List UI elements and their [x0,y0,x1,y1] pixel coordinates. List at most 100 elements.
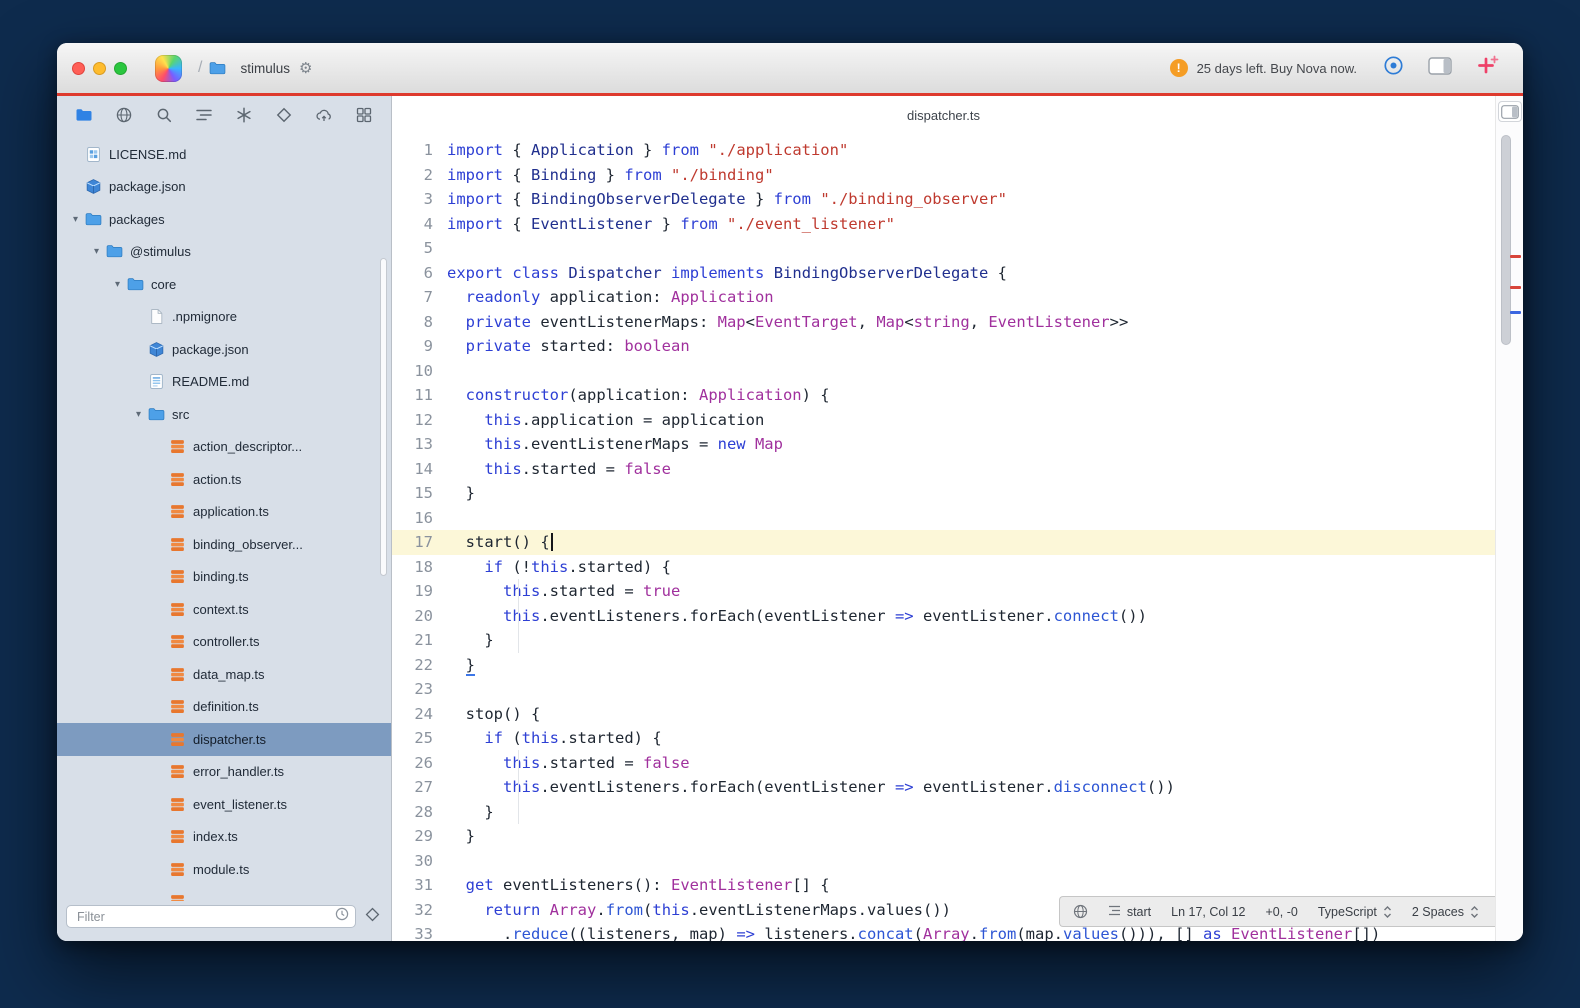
code-line[interactable]: 7 readonly application: Application [392,285,1495,310]
grid-icon[interactable] [353,104,375,126]
code-line[interactable]: 26 this.started = false [392,751,1495,776]
code-line[interactable]: 23 [392,677,1495,702]
tree-file-row[interactable]: .npmignore [57,301,391,334]
right-panel-toggle-button[interactable] [1498,101,1522,122]
code-line[interactable]: 4import { EventListener } from "./event_… [392,212,1495,237]
code-line[interactable]: 3import { BindingObserverDelegate } from… [392,187,1495,212]
tree-file-row[interactable]: LICENSE.md [57,138,391,171]
current-code-line[interactable]: 17 start() { [392,530,1495,555]
code-line[interactable]: 6export class Dispatcher implements Bind… [392,261,1495,286]
preview-eye-icon[interactable] [1383,55,1404,81]
tree-file-row[interactable]: error_handler.ts [57,756,391,789]
trial-notice[interactable]: ! 25 days left. Buy Nova now. [1170,59,1357,77]
code-line[interactable]: 16 [392,506,1495,531]
code-line[interactable]: 1import { Application } from "./applicat… [392,138,1495,163]
tree-file-row[interactable]: binding.ts [57,561,391,594]
file-name: core [151,277,176,292]
tree-file-row[interactable]: README.md [57,366,391,399]
project-breadcrumb[interactable]: / stimulus ⚙ [198,59,312,77]
code-line[interactable]: 31 get eventListeners(): EventListener[]… [392,873,1495,898]
search-icon[interactable] [153,104,175,126]
tree-file-row[interactable]: event_listener.ts [57,788,391,821]
code-line[interactable]: 19 this.started = true [392,579,1495,604]
tree-file-row[interactable]: definition.ts [57,691,391,724]
code-line[interactable]: 22 } [392,653,1495,678]
panel-layout-icon[interactable] [1428,57,1452,80]
editor-tab-title[interactable]: dispatcher.ts [907,108,980,123]
filter-options-diamond-icon[interactable] [364,906,381,928]
tree-file-row[interactable]: data_map.ts [57,658,391,691]
cursor-position[interactable]: Ln 17, Col 12 [1171,905,1245,919]
file-name: action.ts [193,472,241,487]
tree-file-row[interactable]: action_descriptor... [57,431,391,464]
code-editor[interactable]: 1import { Application } from "./applicat… [392,134,1495,941]
outline-icon[interactable] [193,104,215,126]
code-line[interactable]: 20 this.eventListeners.forEach(eventList… [392,604,1495,629]
code-line[interactable]: 8 private eventListenerMaps: Map<EventTa… [392,310,1495,335]
line-number: 22 [392,653,447,678]
tree-file-row[interactable]: binding_observer... [57,528,391,561]
tree-folder-row[interactable]: ▾packages [57,203,391,236]
language-selector[interactable]: TypeScript [1318,905,1392,919]
line-number: 5 [392,236,447,261]
code-line[interactable]: 30 [392,849,1495,874]
tree-file-row[interactable]: package.json [57,333,391,366]
tree-file-row[interactable] [57,886,391,902]
gear-icon[interactable]: ⚙ [299,59,312,77]
window-titlebar[interactable]: / stimulus ⚙ ! 25 days left. Buy Nova no… [57,43,1523,93]
asterisk-icon[interactable] [233,104,255,126]
code-line[interactable]: 13 this.eventListenerMaps = new Map [392,432,1495,457]
disclosure-triangle-icon[interactable]: ▾ [129,409,148,420]
code-line[interactable]: 25 if (this.started) { [392,726,1495,751]
code-line[interactable]: 2import { Binding } from "./binding" [392,163,1495,188]
code-line[interactable]: 11 constructor(application: Application)… [392,383,1495,408]
status-globe-icon[interactable] [1073,904,1088,919]
minimize-button[interactable] [93,62,106,75]
code-line[interactable]: 24 stop() { [392,702,1495,727]
tree-folder-row[interactable]: ▾ @stimulus [57,236,391,269]
line-number: 30 [392,849,447,874]
diamond-icon[interactable] [273,104,295,126]
file-name: data_map.ts [193,667,265,682]
tree-file-row[interactable]: action.ts [57,463,391,496]
code-line[interactable]: 27 this.eventListeners.forEach(eventList… [392,775,1495,800]
disclosure-triangle-icon[interactable]: ▾ [108,279,127,290]
editor-scrollbar-track[interactable] [1495,96,1523,941]
file-name: @stimulus [130,244,191,259]
code-line[interactable]: 15 } [392,481,1495,506]
code-line[interactable]: 14 this.started = false [392,457,1495,482]
code-line[interactable]: 18 if (!this.started) { [392,555,1495,580]
file-name: README.md [172,374,249,389]
code-line[interactable]: 9 private started: boolean [392,334,1495,359]
clock-icon[interactable] [334,906,350,927]
close-button[interactable] [72,62,85,75]
globe-icon[interactable] [113,104,135,126]
code-line[interactable]: 10 [392,359,1495,384]
file-name: binding_observer... [193,537,303,552]
line-number: 20 [392,604,447,629]
tree-file-row[interactable]: module.ts [57,853,391,886]
tree-folder-row[interactable]: ▾src [57,398,391,431]
sidebar-scrollbar-thumb[interactable] [380,258,387,576]
filter-input[interactable] [75,909,334,925]
tree-file-row[interactable]: index.ts [57,821,391,854]
code-line[interactable]: 12 this.application = application [392,408,1495,433]
code-line[interactable]: 5 [392,236,1495,261]
disclosure-triangle-icon[interactable]: ▾ [87,246,106,257]
code-line[interactable]: 28 } [392,800,1495,825]
code-line[interactable]: 21 } [392,628,1495,653]
tree-file-row[interactable]: application.ts [57,496,391,529]
indentation-selector[interactable]: 2 Spaces [1412,905,1479,919]
tree-file-row[interactable]: package.json [57,171,391,204]
tree-file-row[interactable]: controller.ts [57,626,391,659]
zoom-button[interactable] [114,62,127,75]
files-icon[interactable] [73,104,95,126]
tree-file-row[interactable]: dispatcher.ts [57,723,391,756]
new-item-plus-icon[interactable] [1476,54,1499,82]
cloud-upload-icon[interactable] [313,104,335,126]
disclosure-triangle-icon[interactable]: ▾ [66,214,85,225]
tree-folder-row[interactable]: ▾ core [57,268,391,301]
current-symbol[interactable]: start [1108,905,1151,919]
code-line[interactable]: 29 } [392,824,1495,849]
tree-file-row[interactable]: context.ts [57,593,391,626]
